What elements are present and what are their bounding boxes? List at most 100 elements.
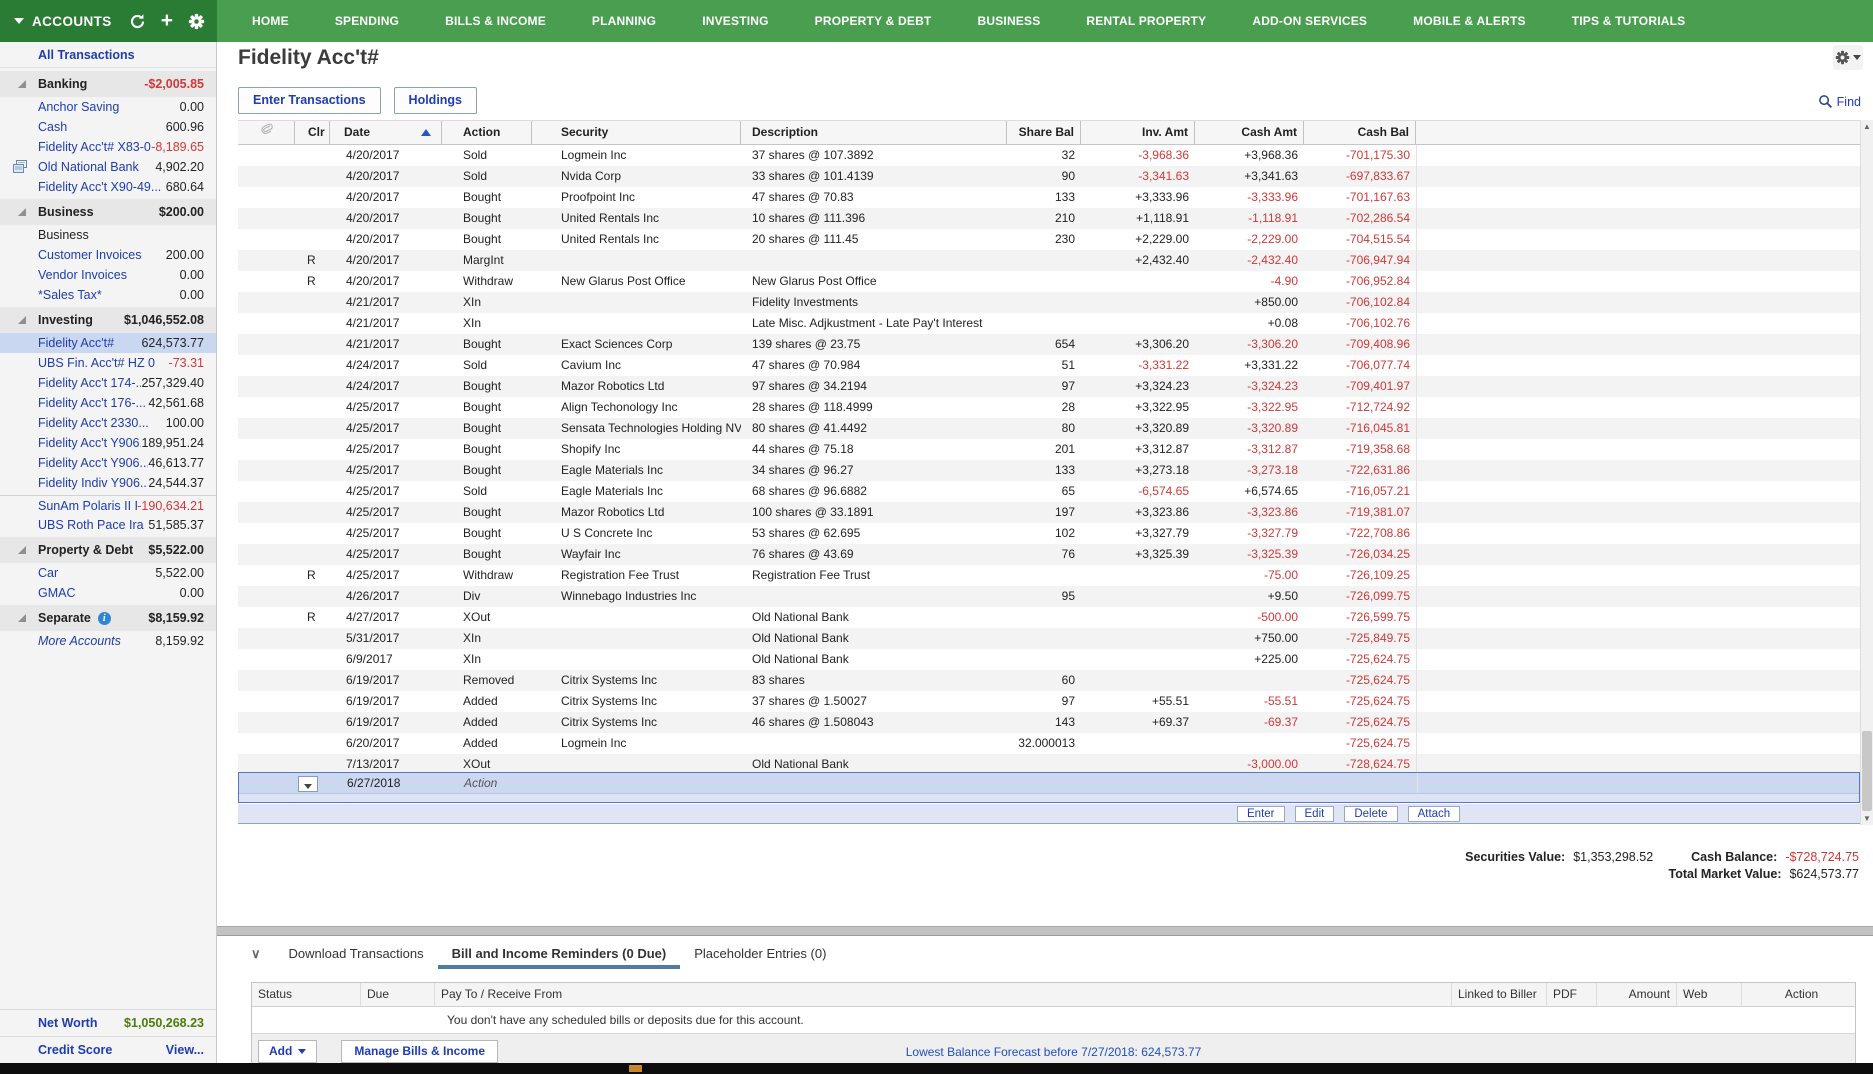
info-icon[interactable]: i [98, 612, 111, 625]
credit-score-row[interactable]: Credit Score View... [0, 1036, 216, 1063]
table-row[interactable]: R 4/27/2017 XOut Old National Bank -500.… [238, 607, 1860, 628]
scroll-down-icon[interactable]: ▼ [1861, 812, 1873, 825]
sidebar-item[interactable]: Fidelity Acc't X90-49... i 680.64 [0, 177, 216, 197]
table-row[interactable]: 4/21/2017 XIn Late Misc. Adjkustment - L… [238, 313, 1860, 334]
net-worth-row[interactable]: Net Worth $1,050,268.23 [0, 1009, 216, 1036]
nav-item[interactable]: ADD-ON SERVICES [1229, 14, 1390, 28]
sidebar-item[interactable]: Banking i -$2,005.85 [0, 71, 216, 97]
collapse-panel-icon[interactable]: ∨ [251, 946, 261, 962]
web-column-header[interactable]: Web [1677, 983, 1742, 1006]
sidebar-item[interactable]: Fidelity Acc't 174-... i 257,329.40 [0, 373, 216, 393]
table-row[interactable]: 4/20/2017 Bought Proofpoint Inc 47 share… [238, 187, 1860, 208]
panel-splitter-handle[interactable] [217, 926, 1873, 936]
entry-action-button[interactable]: Enter [1237, 806, 1285, 822]
table-row[interactable]: R 4/20/2017 Withdraw New Glarus Post Off… [238, 271, 1860, 292]
sidebar-item[interactable]: Fidelity Acc't Y906... i 189,951.24 [0, 433, 216, 453]
accounts-label[interactable]: ACCOUNTS [32, 14, 112, 29]
table-row[interactable]: 4/20/2017 Bought United Rentals Inc 10 s… [238, 208, 1860, 229]
sidebar-item[interactable]: Old National Bank i 4,902.20 [0, 157, 216, 177]
payto-column-header[interactable]: Pay To / Receive From [435, 983, 1452, 1006]
add-account-icon[interactable]: + [161, 12, 173, 30]
table-row[interactable]: 4/25/2017 Bought Wayfair Inc 76 shares @… [238, 544, 1860, 565]
nav-item[interactable]: BUSINESS [954, 14, 1063, 28]
table-row[interactable]: 4/25/2017 Sold Eagle Materials Inc 68 sh… [238, 481, 1860, 502]
table-row[interactable]: 6/9/2017 XIn Old National Bank +225.00 -… [238, 649, 1860, 670]
vertical-scrollbar[interactable]: ▲ ▼ [1860, 120, 1873, 825]
sidebar-item[interactable]: SunAm Polaris II P... i -190,634.21 [0, 495, 216, 515]
nav-item[interactable]: PROPERTY & DEBT [792, 14, 955, 28]
sidebar-item-all-transactions[interactable]: All Transactions [0, 42, 216, 68]
table-row[interactable]: 4/20/2017 Sold Logmein Inc 37 shares @ 1… [238, 145, 1860, 166]
entry-action-button[interactable]: Delete [1344, 806, 1397, 822]
taskbar-app-icon[interactable] [629, 1065, 642, 1072]
credit-score-view-link[interactable]: View... [166, 1043, 204, 1057]
sidebar-item[interactable]: Car i 5,522.00 [0, 563, 216, 583]
sidebar-item[interactable]: Cash i 600.96 [0, 117, 216, 137]
refresh-icon[interactable] [129, 13, 146, 30]
action-column-header[interactable]: Action [442, 121, 532, 144]
action-column-header[interactable]: Action [1742, 983, 1855, 1006]
sidebar-item[interactable]: Fidelity Acc't 2330... i 100.00 [0, 413, 216, 433]
table-row[interactable]: 4/25/2017 Bought U S Concrete Inc 53 sha… [238, 523, 1860, 544]
table-row[interactable]: 4/25/2017 Bought Shopify Inc 44 shares @… [238, 439, 1860, 460]
table-row[interactable]: 4/25/2017 Bought Eagle Materials Inc 34 … [238, 460, 1860, 481]
collapse-triangle-icon[interactable] [18, 614, 26, 622]
security-column-header[interactable]: Security [532, 121, 741, 144]
holdings-button[interactable]: Holdings [394, 87, 477, 114]
sidebar-item[interactable]: More Accounts i 8,159.92 [0, 631, 216, 651]
collapse-triangle-icon[interactable] [18, 546, 26, 554]
inv-amt-column-header[interactable]: Inv. Amt [1081, 121, 1195, 144]
table-row[interactable]: 4/25/2017 Bought Align Techonology Inc 2… [238, 397, 1860, 418]
share-bal-column-header[interactable]: Share Bal [1007, 121, 1081, 144]
nav-item[interactable]: MOBILE & ALERTS [1390, 14, 1549, 28]
description-column-header[interactable]: Description [741, 121, 1007, 144]
sidebar-item[interactable]: GMAC i 0.00 [0, 583, 216, 603]
sidebar-item[interactable]: Business i $200.00 [0, 199, 216, 225]
clr-column-header[interactable]: Clr [295, 121, 330, 144]
sidebar-item[interactable]: UBS Roth Pace Ira ... i 51,585.37 [0, 515, 216, 535]
amount-column-header[interactable]: Amount [1597, 983, 1677, 1006]
enter-transactions-button[interactable]: Enter Transactions [238, 87, 381, 114]
sidebar-item[interactable]: Fidelity Acc't# i 624,573.77 [0, 333, 216, 353]
sidebar-item[interactable]: Anchor Saving i 0.00 [0, 97, 216, 117]
sidebar-item[interactable]: *Sales Tax* i 0.00 [0, 285, 216, 305]
collapse-triangle-icon[interactable] [18, 316, 26, 324]
nav-item[interactable]: INVESTING [679, 14, 791, 28]
nav-item[interactable]: BILLS & INCOME [422, 14, 569, 28]
new-transaction-entry-row[interactable]: 6/27/2018 Action [238, 772, 1860, 803]
sidebar-item[interactable]: Fidelity Indiv Y906... i 24,544.37 [0, 473, 216, 493]
sidebar-item[interactable]: Separate i $8,159.92 [0, 605, 216, 631]
sidebar-item[interactable]: Customer Invoices i 200.00 [0, 245, 216, 265]
cash-amt-column-header[interactable]: Cash Amt [1195, 121, 1304, 144]
find-button[interactable]: Find [1818, 94, 1861, 109]
nav-item[interactable]: TIPS & TUTORIALS [1549, 14, 1709, 28]
linked-biller-column-header[interactable]: Linked to Biller [1452, 983, 1547, 1006]
bottom-panel-tab[interactable]: Download Transactions [275, 943, 438, 969]
attachment-column-header[interactable] [238, 121, 295, 144]
sidebar-item[interactable]: UBS Fin. Acc't# HZ 0 i -73.31 [0, 353, 216, 373]
lowest-balance-forecast-link[interactable]: Lowest Balance Forecast before 7/27/2018… [252, 1045, 1855, 1059]
entry-date-field[interactable]: 6/27/2018 [331, 773, 443, 793]
table-row[interactable]: R 4/25/2017 Withdraw Registration Fee Tr… [238, 565, 1860, 586]
sidebar-item[interactable]: Property & Debt i $5,522.00 [0, 537, 216, 563]
cash-bal-column-header[interactable]: Cash Bal [1304, 121, 1416, 144]
bottom-panel-tab[interactable]: Placeholder Entries (0) [680, 943, 840, 969]
nav-item[interactable]: SPENDING [312, 14, 422, 28]
table-row[interactable]: 4/26/2017 Div Winnebago Industries Inc 9… [238, 586, 1860, 607]
accounts-dropdown-icon[interactable] [14, 18, 24, 24]
table-row[interactable]: 4/21/2017 Bought Exact Sciences Corp 139… [238, 334, 1860, 355]
table-row[interactable]: 4/24/2017 Sold Cavium Inc 47 shares @ 70… [238, 355, 1860, 376]
table-row[interactable]: R 4/20/2017 MargInt +2,432.40 -2,432.40 … [238, 250, 1860, 271]
entry-action-button[interactable]: Attach [1408, 806, 1461, 822]
sidebar-item[interactable]: Fidelity Acc't# X83-0... i -8,189.65 [0, 137, 216, 157]
table-row[interactable]: 4/24/2017 Bought Mazor Robotics Ltd 97 s… [238, 376, 1860, 397]
sidebar-item[interactable]: Investing i $1,046,552.08 [0, 307, 216, 333]
sidebar-item[interactable]: Business i [0, 225, 216, 245]
nav-item[interactable]: PLANNING [569, 14, 679, 28]
table-row[interactable]: 5/31/2017 XIn Old National Bank +750.00 … [238, 628, 1860, 649]
gear-icon[interactable] [188, 13, 205, 30]
entry-action-button[interactable]: Edit [1295, 806, 1335, 822]
collapse-triangle-icon[interactable] [18, 80, 26, 88]
status-column-header[interactable]: Status [252, 983, 361, 1006]
entry-action-field[interactable]: Action [443, 773, 533, 793]
